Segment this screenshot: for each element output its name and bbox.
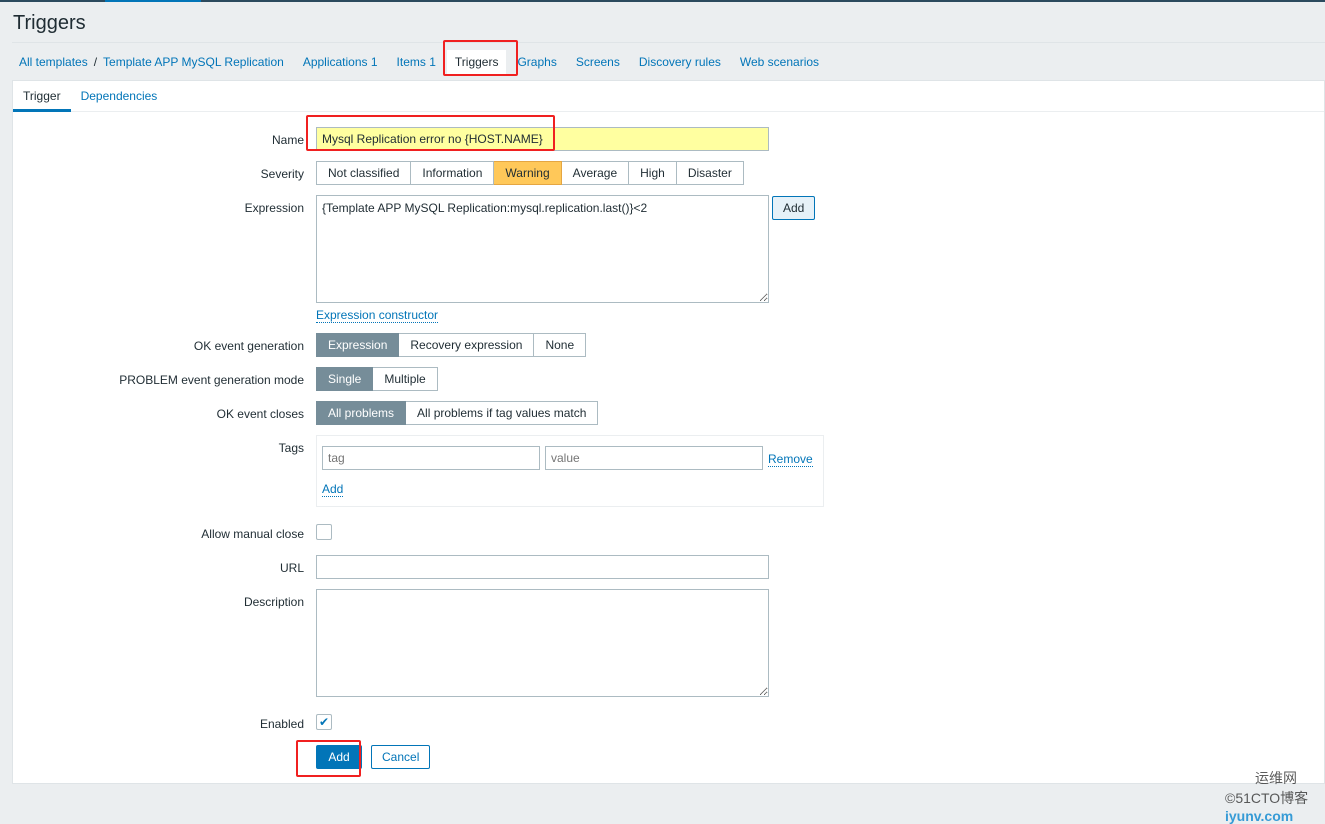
ok-closes-tag-match[interactable]: All problems if tag values match [406,401,599,425]
ok-event-selector: Expression Recovery expression None [316,333,587,357]
description-textarea[interactable] [316,589,769,697]
ok-event-none[interactable]: None [534,333,587,357]
problem-mode-label: PROBLEM event generation mode [119,373,304,387]
breadcrumb-template[interactable]: Template APP MySQL Replication [103,55,284,69]
severity-disaster[interactable]: Disaster [676,161,744,185]
tags-table: Remove Add [316,435,824,507]
name-input[interactable] [316,127,769,151]
tab-trigger[interactable]: Trigger [13,81,71,112]
nav-items[interactable]: Items 1 [397,55,436,69]
nav-discovery-rules[interactable]: Discovery rules [639,55,721,69]
ok-event-label: OK event generation [193,339,304,353]
name-label: Name [271,133,304,147]
template-nav: All templates / Template APP MySQL Repli… [12,42,1325,80]
breadcrumb-all-templates[interactable]: All templates [19,55,88,69]
expression-textarea[interactable]: {Template APP MySQL Replication:mysql.re… [316,195,769,303]
severity-not-classified[interactable]: Not classified [316,161,412,185]
ok-closes-all-problems[interactable]: All problems [316,401,407,425]
cancel-button[interactable]: Cancel [371,745,431,769]
nav-applications[interactable]: Applications 1 [303,55,378,69]
trigger-form-container: Trigger Dependencies Name Severity Not c… [12,80,1325,784]
severity-label: Severity [260,167,304,181]
expression-constructor-link[interactable]: Expression constructor [316,308,439,323]
severity-information[interactable]: Information [411,161,495,185]
nav-graphs[interactable]: Graphs [517,55,556,69]
description-label: Description [243,595,304,609]
severity-warning[interactable]: Warning [494,161,562,185]
tag-value-input[interactable] [545,446,763,470]
tags-label: Tags [278,441,304,455]
url-input[interactable] [316,555,769,579]
severity-high[interactable]: High [629,161,677,185]
tag-remove-link[interactable]: Remove [768,452,813,467]
breadcrumb-separator: / [93,54,98,69]
manual-close-checkbox[interactable] [316,524,332,540]
manual-close-label: Allow manual close [201,527,304,541]
expression-add-button[interactable]: Add [772,196,816,220]
add-button[interactable]: Add [316,745,362,769]
tab-dependencies[interactable]: Dependencies [71,81,168,112]
ok-closes-label: OK event closes [216,407,304,421]
nav-web-scenarios[interactable]: Web scenarios [740,55,819,69]
check-icon: ✔ [318,715,330,729]
nav-screens[interactable]: Screens [576,55,620,69]
severity-selector: Not classified Information Warning Avera… [316,161,744,185]
watermark: 运维网 ©51CTO博客 iyunv.com [1225,770,1309,824]
ok-event-expression[interactable]: Expression [316,333,400,357]
problem-mode-multiple[interactable]: Multiple [373,367,438,391]
severity-average[interactable]: Average [561,161,630,185]
page-title: Triggers [13,12,86,34]
enabled-checkbox[interactable]: ✔ [316,714,332,730]
tag-add-link[interactable]: Add [322,482,344,497]
nav-triggers[interactable]: Triggers [446,49,507,74]
expression-label: Expression [244,201,304,215]
problem-mode-single[interactable]: Single [316,367,374,391]
ok-event-recovery-expression[interactable]: Recovery expression [399,333,535,357]
ok-closes-selector: All problems All problems if tag values … [316,401,599,425]
url-label: URL [279,561,304,575]
problem-mode-selector: Single Multiple [316,367,438,391]
top-bar [0,0,1325,2]
enabled-label: Enabled [259,717,304,731]
tag-name-input[interactable] [322,446,540,470]
